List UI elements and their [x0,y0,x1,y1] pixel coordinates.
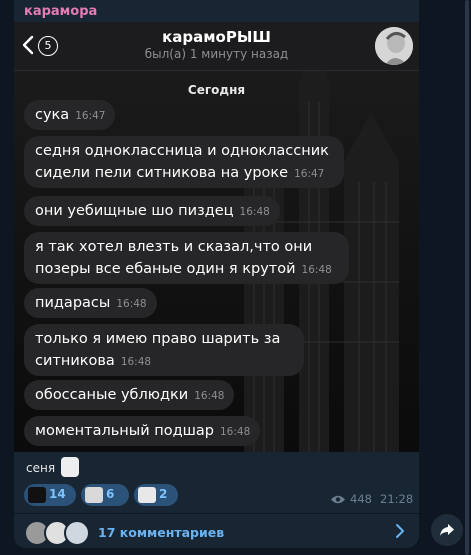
share-button[interactable] [431,514,463,546]
sticker-icon [61,457,79,477]
share-arrow-icon [440,524,454,536]
reaction-count: 14 [49,487,66,501]
avatar [64,520,90,546]
reaction-count: 2 [159,487,168,501]
comments-label: 17 комментариев [98,525,225,540]
post-caption: сеня [14,452,419,488]
comments-button[interactable]: 17 комментариев [14,514,419,548]
post-time: 21:28 [380,492,414,506]
avatar-image [375,27,413,65]
message-bubble[interactable]: обоссаные ублюдки 16:48 [24,380,235,410]
sticker-icon [85,487,103,503]
chat-title[interactable]: карамоРЫШ [14,28,419,46]
message-text: обоссаные ублюдки [35,387,189,403]
message-time: 16:48 [194,390,225,402]
message-time: 16:47 [294,168,325,180]
sticker-icon [138,487,156,503]
reaction-chip[interactable]: 6 [81,484,129,506]
sticker-icon [28,487,46,503]
message-time: 16:48 [301,264,332,276]
reaction-count: 6 [106,487,115,501]
message-time: 16:47 [75,110,106,122]
message-bubble[interactable]: сука 16:47 [24,100,116,130]
message-bubble[interactable]: только я имею право шарить за ситникова 1… [24,324,304,376]
message-text: седня одноклассница и одноклассник сидел… [35,143,329,181]
channel-post: карамора 5 карамоРЫШ был(а) 1 минуту наз… [14,0,419,548]
message-text: я так хотел влезть и сказал,что они позе… [35,239,313,277]
chat-status: был(а) 1 минуту назад [144,47,289,61]
chat-screenshot-image: 5 карамоРЫШ был(а) 1 минуту назад Сегодн… [14,22,419,452]
channel-name[interactable]: карамора [24,4,97,19]
date-separator: Сегодня [187,83,246,97]
message-time: 16:48 [220,426,251,438]
message-text: пидарасы [35,295,111,311]
message-bubble[interactable]: они уебищные шо пиздец 16:48 [24,196,280,226]
message-text: моментальный подшар [35,423,214,439]
message-bubble[interactable]: я так хотел влезть и сказал,что они позе… [24,232,349,284]
caption-text: сеня [26,461,56,475]
scrollbar[interactable] [465,0,469,555]
reaction-chip[interactable]: 2 [134,484,178,506]
view-count: 448 [350,492,372,506]
chat-header: 5 карамоРЫШ был(а) 1 минуту назад [14,22,419,71]
message-bubble[interactable]: моментальный подшар 16:48 [24,416,261,446]
message-text: только я имею право шарить за ситникова [35,331,281,369]
message-bubble[interactable]: седня одноклассница и одноклассник сидел… [24,136,344,188]
message-time: 16:48 [116,298,147,310]
eye-icon [331,495,345,504]
message-time: 16:48 [120,356,152,368]
reaction-chip[interactable]: 14 [24,484,76,506]
message-text: они уебищные шо пиздец [35,203,234,219]
message-bubble[interactable]: пидарасы 16:48 [24,288,157,318]
contact-avatar[interactable] [375,27,413,65]
chevron-right-icon [396,524,404,538]
message-text: сука [35,107,70,123]
message-time: 16:48 [239,206,270,218]
